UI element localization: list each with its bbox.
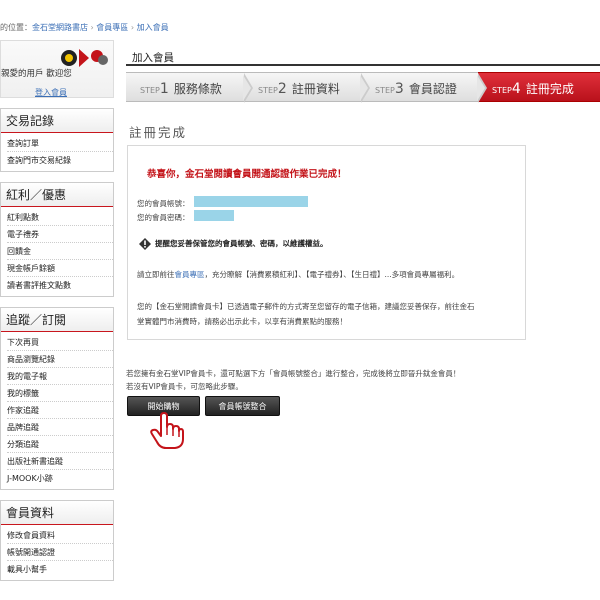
step-label: 會員認證 [408,82,457,96]
step-arrow-icon [243,73,253,103]
sidebar-section-member-info: 會員資料 修改會員資料 帳號開通認證 載具小幫手 [0,500,114,581]
section-heading: 註冊完成 [129,125,188,140]
breadcrumb-join-link[interactable]: 加入會員 [137,23,169,32]
step-number: 1 [159,81,169,97]
sidebar-section-tracking: 追蹤／訂閱 下次再買 商品瀏覽紀錄 我的電子報 我的標籤 作家追蹤 品牌追蹤 分… [0,307,114,490]
sidebar-item-edit-profile[interactable]: 修改會員資料 [7,527,113,544]
breadcrumb-member-link[interactable]: 會員專區 [96,23,128,32]
completion-panel: 恭喜你，金石堂閱讀會員開通認證作業已完成！ 您的會員帳號： 您的會員密碼： 提醒… [127,145,526,340]
step-prefix: STEP [258,86,278,95]
step-arrow-icon [360,73,370,103]
sidebar-item-carrier-helper[interactable]: 載具小幫手 [7,561,113,578]
paragraph-text: ，充分瞭解【消費累積紅利】、【電子禮券】、【生日禮】...多項會員專屬福利。 [204,270,460,279]
sidebar-item-browse-history[interactable]: 商品瀏覽紀錄 [7,351,113,368]
account-value-masked [194,196,308,207]
sidebar-item-brand-follow[interactable]: 品牌追蹤 [7,419,113,436]
warning-text: 提醒您妥善保管您的會員帳號、密碼，以維護權益。 [155,239,328,248]
sidebar-item-publisher-follow[interactable]: 出版社新書追蹤 [7,453,113,470]
vip-skip-note: 若沒有VIP會員卡，可忽略此步驟。 [126,382,243,391]
sidebar-section-title: 會員資料 [1,501,113,525]
page-title: 加入會員 [132,52,174,64]
sidebar-item-query-orders[interactable]: 查詢訂單 [7,135,113,152]
breadcrumb-separator: › [130,23,135,32]
sidebar-item-cashback[interactable]: 回饋金 [7,243,113,260]
sidebar-item-cash-balance[interactable]: 現金帳戶餘額 [7,260,113,277]
paragraph-text: 請立即前往 [137,270,175,279]
sidebar-section-title: 紅利／優惠 [1,183,113,207]
step-label: 服務條款 [173,82,222,96]
password-value-masked [194,210,234,221]
hand-pointer-icon [150,412,184,449]
sidebar-section-transactions: 交易記錄 查詢訂單 查詢門市交易紀錄 [0,108,114,172]
sidebar: 親愛的用戶 歡迎您 登入會員 交易記錄 查詢訂單 查詢門市交易紀錄 紅利／優惠 … [0,40,114,581]
sidebar-item-category-follow[interactable]: 分類追蹤 [7,436,113,453]
step-2: STEP2 註冊資料 [244,72,370,103]
login-link[interactable]: 登入會員 [35,87,67,98]
breadcrumb-separator: › [90,23,94,32]
step-number: 3 [394,81,404,97]
sidebar-item-buy-later[interactable]: 下次再買 [7,334,113,351]
step-progress: STEP1 服務條款 STEP2 註冊資料 STEP3 會員認證 STEP4 註… [126,72,600,103]
sidebar-item-author-follow[interactable]: 作家追蹤 [7,402,113,419]
sidebar-item-store-transactions[interactable]: 查詢門市交易紀錄 [7,152,113,169]
congrats-message: 恭喜你，金石堂閱讀會員開通認證作業已完成！ [147,169,347,180]
account-merge-button[interactable]: 會員帳號整合 [205,396,280,416]
member-card-text-line1: 您的【金石堂閱讀會員卡】已透過電子郵件的方式寄至您留存的電子信箱，建議您妥善保存… [137,302,475,311]
sidebar-item-review-points[interactable]: 讀者書評推文點數 [7,277,113,294]
sidebar-item-account-verify[interactable]: 帳號開通認證 [7,544,113,561]
member-area-link[interactable]: 會員專區 [175,270,205,279]
step-label: 註冊完成 [525,82,574,96]
sidebar-section-rewards: 紅利／優惠 紅利點數 電子禮券 回饋金 現金帳戶餘額 讀者書評推文點數 [0,182,114,297]
step-4-active: STEP4 註冊完成 [478,72,600,102]
step-number: 2 [277,81,287,97]
step-number: 4 [511,81,521,97]
password-label: 您的會員密碼： [137,213,190,222]
breadcrumb: 的位置：金石堂網路書店 › 會員專區 › 加入會員 [0,22,169,33]
sidebar-item-tags[interactable]: 我的標籤 [7,385,113,402]
sidebar-item-newsletter[interactable]: 我的電子報 [7,368,113,385]
step-prefix: STEP [140,86,160,95]
title-divider [126,64,600,66]
step-arrow-icon [477,73,487,103]
member-area-paragraph: 請立即前往會員專區，充分瞭解【消費累積紅利】、【電子禮券】、【生日禮】...多項… [137,269,459,280]
account-label: 您的會員帳號： [137,199,190,208]
warning-icon [139,238,151,250]
breadcrumb-home-link[interactable]: 金石堂網路書店 [32,23,88,32]
breadcrumb-prefix: 的位置： [0,23,32,32]
step-label: 註冊資料 [291,82,340,96]
sidebar-section-title: 追蹤／訂閱 [1,308,113,332]
step-1: STEP1 服務條款 [126,72,253,103]
step-prefix: STEP [375,86,395,95]
step-prefix: STEP [492,86,512,95]
vip-note: 若您擁有金石堂VIP會員卡，還可點選下方「會員帳號整合」進行整合，完成後將立即晉… [126,369,461,378]
sidebar-item-jmook[interactable]: J-MOOK小跡 [7,470,113,487]
user-greeting: 親愛的用戶 歡迎您 [1,69,72,79]
sidebar-item-bonus-points[interactable]: 紅利點數 [7,209,113,226]
sidebar-item-e-vouchers[interactable]: 電子禮券 [7,226,113,243]
sidebar-section-title: 交易記錄 [1,109,113,133]
user-box: 親愛的用戶 歡迎您 登入會員 [0,40,114,98]
step-3: STEP3 會員認證 [361,72,487,103]
member-card-text-line2: 堂實體門市消費時，請務必出示此卡，以享有消費累點的服務！ [137,317,347,326]
